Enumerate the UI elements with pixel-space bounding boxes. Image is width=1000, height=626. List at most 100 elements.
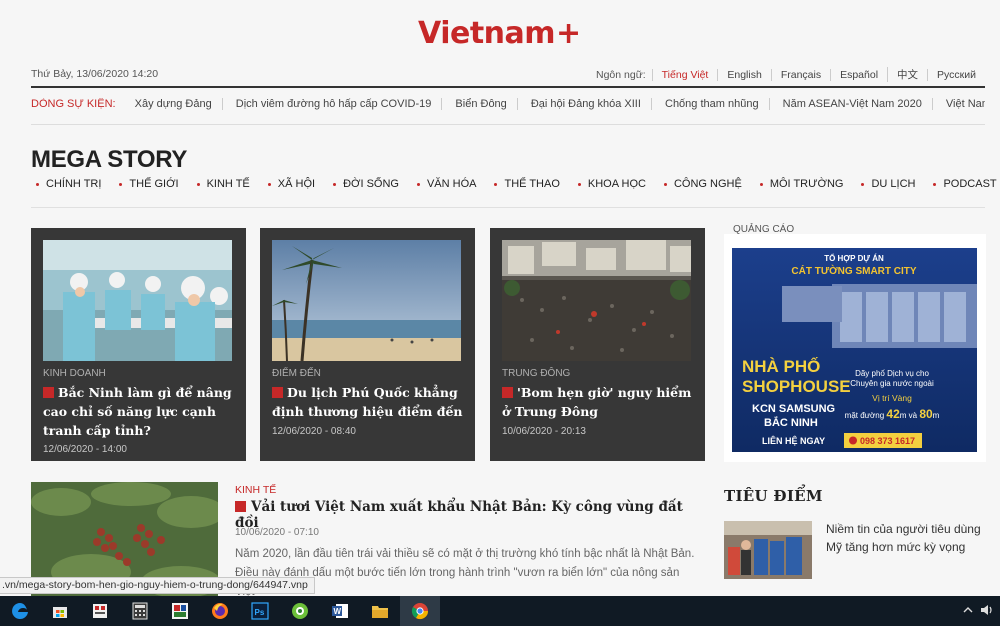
story-card[interactable]: TRUNG ĐÔNG 'Bom hẹn giờ' nguy hiểm ở Tru… [490,228,705,461]
volume-icon[interactable] [980,604,994,619]
chevron-up-icon[interactable] [962,604,974,619]
story-time: 12/06/2020 - 14:00 [43,444,127,455]
focus-thumbnail[interactable] [724,521,812,579]
event-link[interactable]: Biển Đông [445,98,518,110]
svg-text:W: W [334,607,342,616]
category-label: KHOA HỌC [587,178,646,190]
bullet-icon [196,182,200,186]
event-divider [31,124,985,125]
ad-right3: Vị trí Vàng [872,393,912,403]
story-title[interactable]: Bắc Ninh làm gì để nâng cao chỉ số năng … [43,383,235,440]
event-link[interactable]: Năm ASEAN-Việt Nam 2020 [773,98,933,110]
ad-right4b: 42 [886,407,900,421]
ad-line1: TỔ HỢP DỰ ÁN [824,254,884,263]
event-link[interactable]: Xây dựng Đảng [125,98,223,110]
category-label: MÔI TRƯỜNG [769,178,844,190]
category-nav: CHÍNH TRỊ THẾ GIỚI KINH TẾ XÃ HỘI ĐỜI SỐ… [31,178,1000,190]
event-link[interactable]: Dịch viêm đường hô hấp cấp COVID-19 [226,98,443,110]
logo-text: Vietnam [418,16,556,51]
mega-icon [502,387,513,398]
language-spanish[interactable]: Español [830,68,887,81]
story-title-text: 'Bom hẹn giờ' nguy hiểm ở Trung Đông [502,385,692,419]
bullet-icon [663,182,667,186]
category-link[interactable]: THẾ GIỚI [114,178,179,190]
site-logo[interactable]: Vietnam+ [418,16,581,51]
ad-right1: Dãy phố Dịch vụ cho [855,369,929,378]
photo-app-icon[interactable] [160,596,200,626]
story-category[interactable]: TRUNG ĐÔNG [502,368,570,379]
category-link[interactable]: CHÍNH TRỊ [31,178,101,190]
category-link[interactable]: VĂN HÓA [412,178,477,190]
bullet-icon [333,182,337,186]
file-explorer-icon[interactable] [360,596,400,626]
greenshot-icon[interactable] [280,596,320,626]
ad-line2: CÁT TƯỜNG SMART CITY [791,264,916,277]
story-image-factory[interactable] [43,240,232,361]
category-link[interactable]: MÔI TRƯỜNG [755,178,844,190]
event-link[interactable]: Việt Nam tham gia [936,98,985,110]
chrome-icon[interactable] [400,596,440,626]
category-label: VĂN HÓA [426,178,477,190]
bullet-icon [416,182,420,186]
story-title[interactable]: Du lịch Phú Quốc khẳng định thương hiệu … [272,383,464,421]
story-title[interactable]: 'Bom hẹn giờ' nguy hiểm ở Trung Đông [502,383,694,421]
bullet-icon [861,182,865,186]
mega-icon [272,387,283,398]
event-link[interactable]: Đại hội Đảng khóa XIII [521,98,652,110]
current-date: Thứ Bảy, 13/06/2020 14:20 [31,68,159,80]
bullet-icon [267,182,271,186]
category-link[interactable]: CÔNG NGHỆ [659,178,742,190]
firefox-icon[interactable] [200,596,240,626]
advertisement[interactable]: TỔ HỢP DỰ ÁN CÁT TƯỜNG SMART CITY NHÀ PH… [724,234,986,462]
category-link[interactable]: ĐỜI SỐNG [328,178,399,190]
language-french[interactable]: Français [770,68,830,81]
bullet-icon [933,182,937,186]
ad-banner[interactable]: TỔ HỢP DỰ ÁN CÁT TƯỜNG SMART CITY NHÀ PH… [732,248,977,452]
category-label: THỂ THAO [504,178,560,190]
event-link[interactable]: Chống tham nhũng [655,98,770,110]
event-bar: DÒNG SỰ KIỆN: Xây dựng Đảng Dịch viêm đư… [31,98,985,112]
language-vietnamese[interactable]: Tiếng Việt [651,68,718,81]
ad-right4c: m và [900,411,920,420]
language-english[interactable]: English [717,68,770,81]
logo-plus: + [556,16,581,51]
header-divider [31,86,985,88]
category-label: XÃ HỘI [277,178,316,190]
category-link[interactable]: XÃ HỘI [263,178,315,190]
ad-right2: Chuyên gia nước ngoài [850,379,934,388]
ad-cta: LIÊN HỆ NGAY [762,435,825,446]
language-russian[interactable]: Русский [927,68,985,81]
settings-app-icon[interactable] [80,596,120,626]
focus-item-title[interactable]: Niềm tin của người tiêu dùng Mỹ tăng hơn… [826,520,986,556]
article-description-line: Năm 2020, lần đầu tiên trái vải thiều sẽ… [235,548,695,560]
story-time: 12/06/2020 - 08:40 [272,426,356,437]
svg-text:Ps: Ps [255,608,265,617]
word-icon[interactable]: W [320,596,360,626]
language-chinese[interactable]: 中文 [887,67,927,82]
ad-kcn2: BẮC NINH [764,416,818,429]
store-icon[interactable] [40,596,80,626]
story-image-crowd[interactable] [502,240,691,361]
category-link[interactable]: KINH TẾ [192,178,250,190]
story-card[interactable]: KINH DOANH Bắc Ninh làm gì để nâng cao c… [31,228,246,461]
calculator-icon[interactable] [120,596,160,626]
category-link[interactable]: KHOA HỌC [573,178,646,190]
category-link[interactable]: THỂ THAO [489,178,560,190]
taskbar: Ps W [0,596,1000,626]
bullet-icon [577,182,581,186]
bullet-icon [36,182,39,186]
story-category[interactable]: KINH DOANH [43,368,106,379]
web-page: Vietnam+ Thứ Bảy, 13/06/2020 14:20 Ngôn … [0,0,1000,596]
category-link[interactable]: PODCAST [928,178,997,190]
story-image-beach[interactable] [272,240,461,361]
article-category[interactable]: KINH TẾ [235,484,276,496]
story-card[interactable]: ĐIỂM ĐẾN Du lịch Phú Quốc khẳng định thư… [260,228,475,461]
language-label: Ngôn ngữ: [596,68,646,81]
ad-right4a: mặt đường [845,411,887,420]
photoshop-icon[interactable]: Ps [240,596,280,626]
category-link[interactable]: DU LỊCH [856,178,915,190]
section-divider [31,207,985,208]
edge-icon[interactable] [0,596,40,626]
focus-heading: TIÊU ĐIỂM [724,487,823,505]
story-category[interactable]: ĐIỂM ĐẾN [272,368,321,379]
